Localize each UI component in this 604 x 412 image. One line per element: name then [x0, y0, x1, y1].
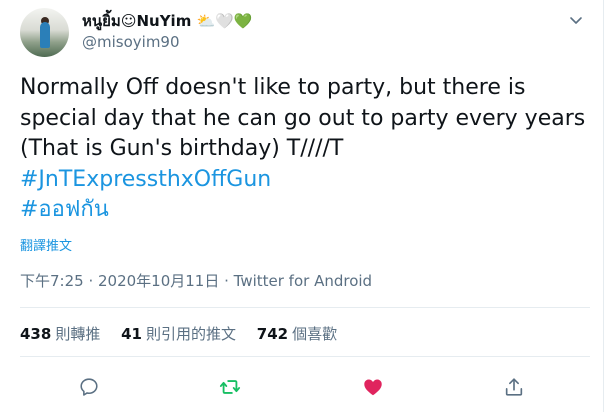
tweet-text-line: special day that he can go out to party …: [20, 105, 586, 131]
quotes-count: 41: [121, 325, 142, 343]
retweets-label: 則轉推: [55, 325, 101, 343]
engagement-stats: 438 則轉推 41 則引用的推文 742 個喜歡: [20, 323, 353, 344]
hashtag-link[interactable]: #ออฟกัน: [20, 195, 590, 226]
reply-icon[interactable]: [78, 376, 100, 398]
hashtag-link[interactable]: #JnTExpressthxOffGun: [20, 165, 590, 196]
retweet-icon[interactable]: [219, 376, 241, 398]
quotes-stat[interactable]: 41 則引用的推文: [121, 323, 236, 344]
avatar-figure-body: [40, 22, 50, 48]
display-name[interactable]: หนูยิ้ม☺NuYim ⛅🤍💚: [82, 9, 253, 33]
likes-stat[interactable]: 742 個喜歡: [257, 323, 337, 344]
translate-tweet-link[interactable]: 翻譯推文: [20, 235, 72, 254]
tweet-text-line: Normally Off doesn't like to party, but …: [20, 75, 526, 100]
likes-count: 742: [256, 325, 289, 343]
tweet-card: หนูยิ้ม☺NuYim ⛅🤍💚 @misoyim90 Normally Of…: [0, 0, 604, 412]
like-icon[interactable]: [362, 376, 384, 398]
tweet-text: Normally Off doesn't like to party, but …: [20, 73, 590, 226]
quotes-label: 則引用的推文: [145, 325, 236, 343]
avatar[interactable]: [20, 8, 69, 57]
divider: [20, 356, 590, 357]
share-icon[interactable]: [503, 376, 525, 398]
retweets-count: 438: [20, 325, 52, 343]
tweet-timestamp-source[interactable]: 下午7:25 · 2020年10月11日 · Twitter for Andro…: [20, 270, 372, 291]
divider: [20, 307, 590, 308]
user-handle[interactable]: @misoyim90: [82, 33, 180, 51]
tweet-text-line: (That is Gun's birthday) T////T: [20, 136, 344, 161]
likes-label: 個喜歡: [292, 325, 338, 343]
chevron-down-icon[interactable]: [568, 12, 584, 28]
retweets-stat[interactable]: 438 則轉推: [20, 323, 100, 344]
